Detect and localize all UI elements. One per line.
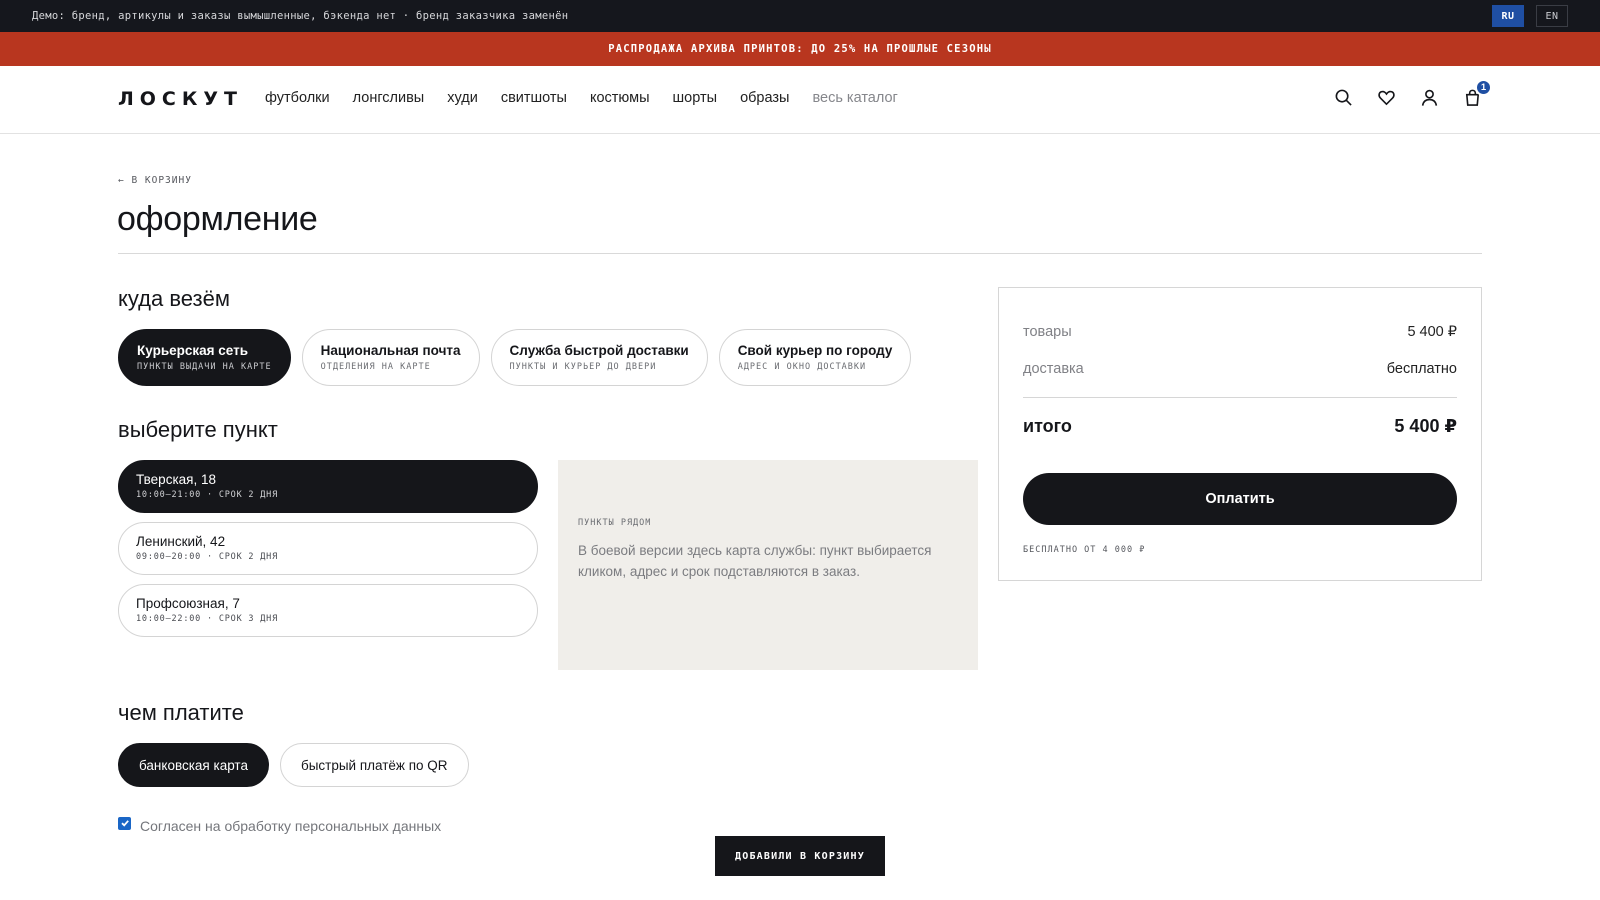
language-switcher: RU EN — [1492, 5, 1568, 27]
delivery-options: Курьерская сеть ПУНКТЫ ВЫДАЧИ НА КАРТЕ Н… — [118, 329, 912, 386]
demo-notice: Демо: бренд, артикулы и заказы вымышленн… — [32, 10, 569, 22]
consent-checkbox[interactable] — [118, 816, 131, 830]
delivery-option-subtitle: ПУНКТЫ И КУРЬЕР ДО ДВЕРИ — [509, 362, 657, 372]
delivery-option-own-courier[interactable]: Свой курьер по городу АДРЕС И ОКНО ДОСТА… — [718, 329, 912, 386]
title-divider — [118, 253, 1482, 254]
nav-item-looks[interactable]: образы — [740, 90, 789, 106]
delivery-option-subtitle: ОТДЕЛЕНИЯ НА КАРТЕ — [320, 362, 431, 372]
pickup-point-tverskaya[interactable]: Тверская, 18 10:00–21:00 · СРОК 2 ДНЯ — [118, 460, 538, 513]
delivery-option-title: Национальная почта — [320, 343, 461, 358]
summary-total-label: итого — [1023, 416, 1072, 436]
delivery-option-subtitle: АДРЕС И ОКНО ДОСТАВКИ — [737, 362, 867, 372]
lang-en-button[interactable]: EN — [1536, 5, 1568, 27]
nav-item-suits[interactable]: костюмы — [590, 90, 650, 106]
payment-option-qr[interactable]: быстрый платёж по QR — [279, 743, 469, 787]
page-title: оформление — [117, 200, 318, 238]
nav-item-shorts[interactable]: шорты — [673, 90, 718, 106]
pickup-point-address: Ленинский, 42 — [136, 534, 226, 549]
summary-delivery-row: доставка бесплатно — [1023, 361, 1457, 377]
added-to-cart-toast: ДОБАВИЛИ В КОРЗИНУ — [715, 836, 885, 876]
pickup-point-address: Профсоюзная, 7 — [136, 596, 240, 611]
summary-delivery-value: бесплатно — [1386, 361, 1457, 377]
summary-items-label: товары — [1023, 324, 1072, 340]
delivery-option-title: Служба быстрой доставки — [509, 343, 689, 358]
summary-items-row: товары 5 400 ₽ — [1023, 324, 1457, 340]
consent-label: Согласен на обработку персональных данны… — [140, 818, 442, 834]
payment-section-title: чем платите — [118, 700, 244, 725]
nav-item-hoodies[interactable]: худи — [447, 90, 478, 106]
pickup-point-address: Тверская, 18 — [136, 472, 216, 487]
demo-topbar: Демо: бренд, артикулы и заказы вымышленн… — [0, 0, 1600, 32]
summary-total-value: 5 400 ₽ — [1394, 416, 1457, 436]
delivery-section-title: куда везём — [118, 286, 230, 311]
pickup-section-title: выберите пункт — [118, 417, 278, 442]
delivery-option-subtitle: ПУНКТЫ ВЫДАЧИ НА КАРТЕ — [137, 362, 272, 372]
site-header: ЛОСКУТ футболки лонгсливы худи свитшоты … — [0, 66, 1600, 134]
delivery-option-title: Свой курьер по городу — [737, 343, 893, 358]
user-icon[interactable] — [1420, 88, 1439, 107]
search-icon[interactable] — [1334, 88, 1353, 107]
main-nav: футболки лонгсливы худи свитшоты костюмы… — [265, 90, 921, 106]
pay-button[interactable]: Оплатить — [1023, 473, 1457, 525]
summary-divider — [1023, 397, 1457, 398]
nav-item-catalog[interactable]: весь каталог — [812, 90, 897, 106]
free-delivery-note: БЕСПЛАТНО ОТ 4 000 ₽ — [1023, 545, 1146, 555]
pickup-point-hours: 09:00–20:00 · СРОК 2 ДНЯ — [136, 552, 279, 562]
summary-delivery-label: доставка — [1023, 361, 1084, 377]
payment-option-card[interactable]: банковская карта — [118, 743, 269, 787]
cart-count-badge: 1 — [1475, 79, 1492, 96]
map-label: ПУНКТЫ РЯДОМ — [578, 518, 652, 528]
map-description: В боевой версии здесь карта службы: пунк… — [578, 543, 932, 579]
nav-item-longsleeves[interactable]: лонгсливы — [353, 90, 425, 106]
summary-items-value: 5 400 ₽ — [1407, 324, 1457, 340]
delivery-option-express[interactable]: Служба быстрой доставки ПУНКТЫ И КУРЬЕР … — [490, 329, 708, 386]
pickup-point-hours: 10:00–21:00 · СРОК 2 ДНЯ — [136, 490, 279, 500]
lang-ru-button[interactable]: RU — [1492, 5, 1524, 27]
delivery-option-courier-network[interactable]: Курьерская сеть ПУНКТЫ ВЫДАЧИ НА КАРТЕ — [118, 329, 291, 386]
summary-total-row: итого 5 400 ₽ — [1023, 416, 1457, 437]
header-icons: 1 — [1334, 79, 1492, 107]
pickup-point-profsoyuznaya[interactable]: Профсоюзная, 7 10:00–22:00 · СРОК 3 ДНЯ — [118, 584, 538, 637]
pickup-point-leninsky[interactable]: Ленинский, 42 09:00–20:00 · СРОК 2 ДНЯ — [118, 522, 538, 575]
consent-row: Согласен на обработку персональных данны… — [118, 816, 442, 834]
delivery-option-national-post[interactable]: Национальная почта ОТДЕЛЕНИЯ НА КАРТЕ — [301, 329, 480, 386]
logo[interactable]: ЛОСКУТ — [118, 88, 243, 110]
payment-options: банковская карта быстрый платёж по QR — [118, 743, 469, 787]
promo-banner[interactable]: РАСПРОДАЖА АРХИВА ПРИНТОВ: ДО 25% НА ПРО… — [0, 32, 1600, 66]
nav-item-sweatshirts[interactable]: свитшоты — [501, 90, 567, 106]
pickup-point-hours: 10:00–22:00 · СРОК 3 ДНЯ — [136, 614, 279, 624]
delivery-option-title: Курьерская сеть — [137, 343, 249, 358]
bag-icon[interactable]: 1 — [1463, 79, 1492, 107]
heart-icon[interactable] — [1377, 88, 1396, 107]
pickup-points-list: Тверская, 18 10:00–21:00 · СРОК 2 ДНЯ Ле… — [118, 460, 538, 646]
nav-item-tshirts[interactable]: футболки — [265, 90, 330, 106]
map-placeholder: ПУНКТЫ РЯДОМ В боевой версии здесь карта… — [558, 460, 978, 670]
back-to-cart-link[interactable]: ← В КОРЗИНУ — [118, 175, 192, 186]
order-summary: товары 5 400 ₽ доставка бесплатно итого … — [998, 287, 1482, 581]
